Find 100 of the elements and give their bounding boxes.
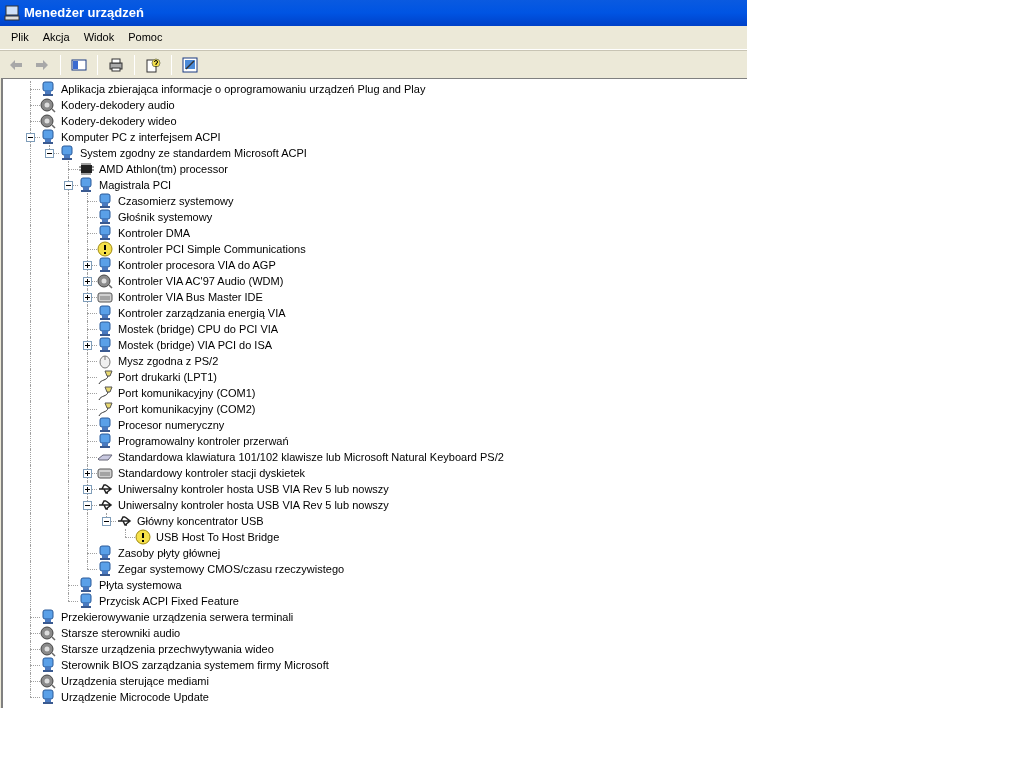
mouse-icon bbox=[97, 353, 113, 369]
tree-item-label[interactable]: Kontroler PCI Simple Communications bbox=[117, 241, 307, 257]
device-icon bbox=[97, 337, 113, 353]
device-icon bbox=[97, 209, 113, 225]
device-icon bbox=[40, 689, 56, 705]
tree-item-label[interactable]: Kontroler zarządzania energią VIA bbox=[117, 305, 287, 321]
plus-icon bbox=[85, 295, 90, 300]
tree-item-label[interactable]: System zgodny ze standardem Microsoft ACPI bbox=[79, 145, 308, 161]
tree-item-label[interactable]: Programowalny kontroler przerwań bbox=[117, 433, 290, 449]
device-icon bbox=[78, 593, 94, 609]
tree-item-label[interactable]: AMD Athlon(tm) processor bbox=[98, 161, 229, 177]
tree-item-label[interactable]: Płyta systemowa bbox=[98, 577, 183, 593]
expander-toggle[interactable] bbox=[45, 149, 54, 158]
menu-item[interactable]: Widok bbox=[76, 29, 122, 46]
tree-item-label[interactable]: Kodery-dekodery audio bbox=[60, 97, 176, 113]
device-icon bbox=[97, 561, 113, 577]
show-hide-tree-icon bbox=[71, 56, 87, 73]
computer-icon bbox=[4, 5, 20, 21]
plus-icon bbox=[85, 279, 90, 284]
expander-toggle[interactable] bbox=[83, 277, 92, 286]
drive-icon bbox=[97, 289, 113, 305]
port-icon bbox=[97, 385, 113, 401]
tree-item-label[interactable]: Mostek (bridge) CPU do PCI VIA bbox=[117, 321, 280, 337]
tree-item-label[interactable]: Przekierowywanie urządzenia serwera terminali bbox=[60, 609, 295, 625]
warning-icon bbox=[135, 529, 151, 545]
minus-icon bbox=[28, 135, 33, 140]
tree-item-label[interactable]: Kodery-dekodery wideo bbox=[60, 113, 178, 129]
drive-icon bbox=[97, 465, 113, 481]
tree-item-label[interactable]: Kontroler DMA bbox=[117, 225, 192, 241]
expander-toggle[interactable] bbox=[26, 133, 35, 142]
tree-item-label[interactable]: Magistrala PCI bbox=[98, 177, 173, 193]
device-icon bbox=[97, 257, 113, 273]
expander-toggle[interactable] bbox=[83, 485, 92, 494]
minus-icon bbox=[85, 503, 90, 508]
expander-toggle[interactable] bbox=[83, 501, 92, 510]
chip-icon bbox=[78, 161, 94, 177]
plus-icon bbox=[85, 487, 90, 492]
device-icon bbox=[97, 193, 113, 209]
tree-item-label[interactable]: USB Host To Host Bridge bbox=[155, 529, 281, 545]
device-icon bbox=[97, 417, 113, 433]
expander-toggle[interactable] bbox=[64, 181, 73, 190]
expander-toggle[interactable] bbox=[102, 517, 111, 526]
expander-toggle[interactable] bbox=[83, 293, 92, 302]
tree-item-label[interactable]: Port komunikacyjny (COM1) bbox=[117, 385, 257, 401]
tree-item-label[interactable]: Kontroler procesora VIA do AGP bbox=[117, 257, 277, 273]
device-icon bbox=[40, 609, 56, 625]
help-icon bbox=[145, 56, 161, 73]
tree-item-label[interactable]: Mostek (bridge) VIA PCI do ISA bbox=[117, 337, 274, 353]
menu-item[interactable]: Pomoc bbox=[121, 29, 170, 46]
print-icon bbox=[108, 56, 124, 73]
tree-item-label[interactable]: Kontroler VIA AC'97 Audio (WDM) bbox=[117, 273, 285, 289]
tree-item-label[interactable]: Komputer PC z interfejsem ACPI bbox=[60, 129, 222, 145]
tree-item-label[interactable]: Standardowa klawiatura 101/102 klawisze lub Microsoft Natural Keyboard PS/2 bbox=[117, 449, 505, 465]
device-icon bbox=[40, 129, 56, 145]
usb-icon bbox=[97, 497, 113, 513]
tree-item-label[interactable]: Starsze sterowniki audio bbox=[60, 625, 182, 641]
warning-icon bbox=[97, 241, 113, 257]
tree-item-label[interactable]: Sterownik BIOS zarządzania systemem firmy Microsoft bbox=[60, 657, 330, 673]
tree-item-label[interactable]: Procesor numeryczny bbox=[117, 417, 226, 433]
device-icon bbox=[97, 225, 113, 241]
menu-item[interactable]: Plik bbox=[4, 29, 36, 46]
port-icon bbox=[97, 369, 113, 385]
usb-icon bbox=[97, 481, 113, 497]
plus-icon bbox=[85, 343, 90, 348]
device-icon bbox=[40, 81, 56, 97]
tree-item-label[interactable]: Starsze urządzenia przechwytywania wideo bbox=[60, 641, 275, 657]
port-icon bbox=[97, 401, 113, 417]
device-icon bbox=[97, 305, 113, 321]
tree-item-label[interactable]: Kontroler VIA Bus Master IDE bbox=[117, 289, 264, 305]
device-icon bbox=[78, 577, 94, 593]
tree-item-label[interactable]: Uniwersalny kontroler hosta USB VIA Rev 5 lub nowszy bbox=[117, 497, 390, 513]
tree-item-label[interactable]: Mysz zgodna z PS/2 bbox=[117, 353, 220, 369]
expander-toggle[interactable] bbox=[83, 341, 92, 350]
tree-item-label[interactable]: Urządzenie Microcode Update bbox=[60, 689, 210, 705]
plus-icon bbox=[85, 263, 90, 268]
expander-toggle[interactable] bbox=[83, 261, 92, 270]
tree-item-label[interactable]: Zasoby płyty głównej bbox=[117, 545, 222, 561]
tree-item-label[interactable]: Zegar systemowy CMOS/czasu rzeczywistego bbox=[117, 561, 346, 577]
minus-icon bbox=[104, 519, 109, 524]
window-title: Menedżer urządzeń bbox=[24, 4, 144, 23]
device-icon bbox=[97, 321, 113, 337]
tree-item-label[interactable]: Czasomierz systemowy bbox=[117, 193, 235, 209]
device-icon bbox=[59, 145, 75, 161]
tree-item-label[interactable]: Główny koncentrator USB bbox=[136, 513, 265, 529]
device-icon bbox=[97, 545, 113, 561]
menu-item[interactable]: Akcja bbox=[35, 29, 77, 46]
tree-item-label[interactable]: Głośnik systemowy bbox=[117, 209, 214, 225]
usb-icon bbox=[116, 513, 132, 529]
tree-item-label[interactable]: Uniwersalny kontroler hosta USB VIA Rev 5 lub nowszy bbox=[117, 481, 390, 497]
device-icon bbox=[78, 177, 94, 193]
tree-item-label[interactable]: Standardowy kontroler stacji dyskietek bbox=[117, 465, 307, 481]
tree-item-label[interactable]: Przycisk ACPI Fixed Feature bbox=[98, 593, 240, 609]
expander-toggle[interactable] bbox=[83, 469, 92, 478]
device-icon bbox=[40, 657, 56, 673]
tree-item-label[interactable]: Port komunikacyjny (COM2) bbox=[117, 401, 257, 417]
tree-item-label[interactable]: Port drukarki (LPT1) bbox=[117, 369, 219, 385]
minus-icon bbox=[47, 151, 52, 156]
tree-item-label[interactable]: Aplikacja zbierająca informacje o oprogramowaniu urządzeń Plug and Play bbox=[60, 81, 427, 97]
tree-item-label[interactable]: Urządzenia sterujące mediami bbox=[60, 673, 210, 689]
plus-icon bbox=[85, 471, 90, 476]
